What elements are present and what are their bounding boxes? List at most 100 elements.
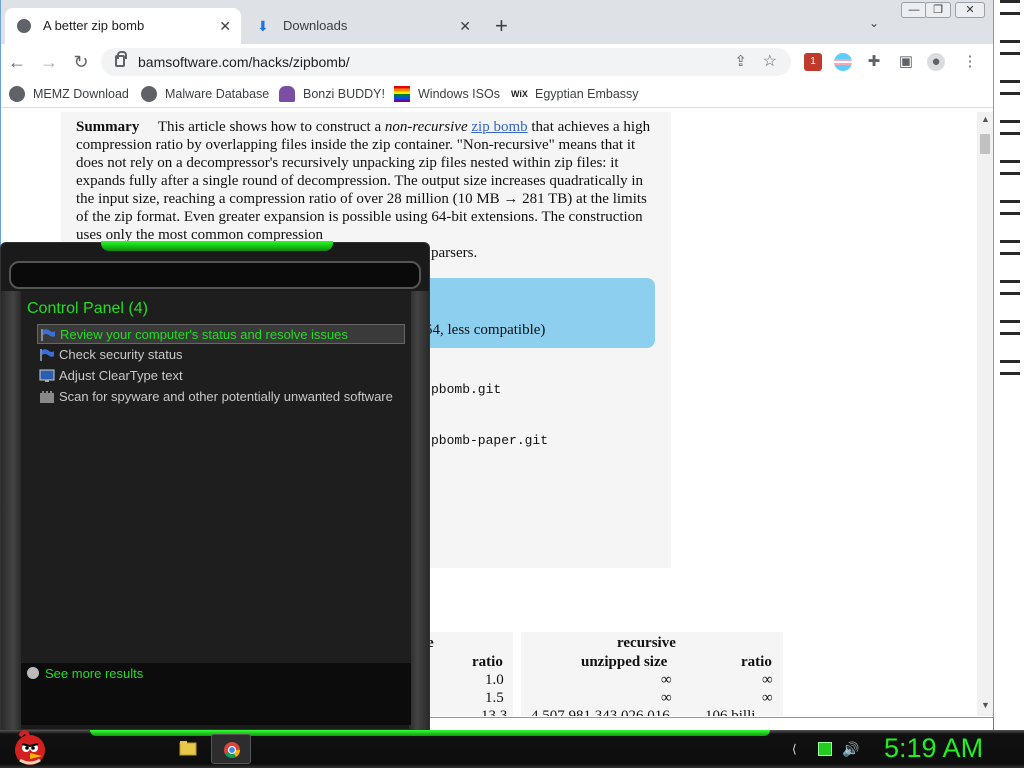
info-box: 54, less compatible) <box>417 278 655 348</box>
summary-text: This article shows how to construct a <box>157 119 385 135</box>
result-security-status[interactable]: Check security status <box>37 345 405 365</box>
monitor-icon <box>39 369 55 383</box>
globe-icon <box>141 86 157 102</box>
info-box-text: 54, less compatible) <box>425 322 546 338</box>
download-icon: ⬇ <box>257 18 269 34</box>
profile-avatar-icon[interactable]: ● <box>927 53 945 71</box>
forward-button[interactable]: → <box>37 50 61 74</box>
tab-strip: A better zip bomb ✕ ⬇ Downloads ✕ + ⌄ — … <box>1 0 993 44</box>
panel-frame-right <box>409 291 429 731</box>
address-bar[interactable]: bamsoftware.com/hacks/zipbomb/ ⇪ ☆ <box>101 48 791 76</box>
lock-icon[interactable] <box>115 51 127 67</box>
result-spyware-scan[interactable]: Scan for spyware and other potentially u… <box>37 387 405 407</box>
clock[interactable]: 5:19 AM <box>884 733 983 764</box>
table-cell: 13.3 <box>481 708 508 716</box>
castle-icon <box>39 390 55 404</box>
side-panel-icon[interactable]: ▣ <box>897 53 915 71</box>
new-tab-button[interactable]: + <box>495 12 508 40</box>
tab-label: A better zip bomb <box>43 18 145 33</box>
table-cell: 4,507,981,343,026,016 <box>531 708 670 716</box>
bookmark-memz[interactable]: MEMZ Download <box>9 85 129 103</box>
result-label: Adjust ClearType text <box>59 368 183 383</box>
summary-tail: parsers. <box>431 245 478 261</box>
search-icon <box>27 667 39 679</box>
globe-icon <box>9 86 25 102</box>
share-icon[interactable]: ⇪ <box>734 52 747 70</box>
result-label: Scan for spyware and other potentially u… <box>59 389 393 404</box>
rainbow-flag-icon <box>394 86 410 102</box>
result-label: Check security status <box>59 347 183 362</box>
ublock-extension-icon[interactable]: 1 <box>804 53 822 71</box>
table-col-ratio: ratio <box>472 654 503 670</box>
minimize-button[interactable]: — <box>901 2 927 18</box>
table-col-ratio-2: ratio <box>741 654 772 670</box>
bookmark-bonzi-buddy[interactable]: Bonzi BUDDY! <box>279 85 385 103</box>
restore-button[interactable]: ❐ <box>925 2 951 18</box>
scroll-up-arrow-icon[interactable]: ▲ <box>981 114 990 124</box>
bookmark-egyptian-embassy[interactable]: WiX Egyptian Embassy <box>511 85 639 103</box>
desktop-background <box>993 0 1024 730</box>
flag-icon <box>40 328 56 342</box>
zip-bomb-link[interactable]: zip bomb <box>471 119 527 135</box>
table-cell: ∞ <box>762 690 773 706</box>
flag-extension-icon[interactable] <box>834 53 852 71</box>
chrome-icon <box>224 742 240 758</box>
explorer-icon <box>179 741 197 756</box>
menu-kebab-icon[interactable]: ⋮ <box>961 53 979 71</box>
summary-label: Summary <box>76 119 140 135</box>
results-heading[interactable]: Control Panel (4) <box>27 300 148 318</box>
wix-icon: WiX <box>511 89 528 99</box>
git-link-1[interactable]: pbomb.git <box>431 382 501 397</box>
git-link-2[interactable]: pbomb-paper.git <box>431 433 548 448</box>
table-cell: ∞ <box>661 690 672 706</box>
flag-icon <box>39 348 55 362</box>
bookmark-label: MEMZ Download <box>33 87 129 101</box>
taskbar: ⟨ 🔊 5:19 AM <box>0 730 1024 768</box>
tab-zip-bomb[interactable]: A better zip bomb ✕ <box>5 8 241 44</box>
chrome-taskbar-button[interactable] <box>211 734 251 764</box>
bookmark-windows-isos[interactable]: Windows ISOs <box>394 85 500 103</box>
angry-bird-icon <box>15 730 45 765</box>
bookmark-label: Bonzi BUDDY! <box>303 87 385 101</box>
search-input[interactable] <box>9 261 421 289</box>
start-search-panel: Control Panel (4) Review your computer's… <box>0 241 430 731</box>
tab-label: Downloads <box>283 18 348 33</box>
table-cell: 1.0 <box>485 672 504 688</box>
desktop-wallpaper-pattern <box>1000 0 1020 380</box>
summary-emphasis: non-recursive <box>384 119 468 135</box>
table-col-unzipped: unzipped size <box>581 654 668 670</box>
bonzi-icon <box>279 86 295 102</box>
puzzle-icon[interactable]: ✚ <box>865 53 883 71</box>
result-cleartype[interactable]: Adjust ClearType text <box>37 366 405 386</box>
explorer-taskbar-button[interactable] <box>168 734 208 764</box>
url-text[interactable]: bamsoftware.com/hacks/zipbomb/ <box>138 54 350 70</box>
table-cell: ∞ <box>762 672 773 688</box>
reload-button[interactable]: ↻ <box>69 50 93 74</box>
bookmark-star-icon[interactable]: ☆ <box>763 51 777 71</box>
see-more-results-link[interactable]: See more results <box>45 666 143 681</box>
table-cell: 106 billi <box>705 708 756 716</box>
panel-glow <box>101 241 333 251</box>
bookmark-malware-database[interactable]: Malware Database <box>141 85 269 103</box>
network-icon[interactable] <box>818 742 832 756</box>
volume-icon[interactable]: 🔊 <box>842 742 859 756</box>
vertical-scrollbar[interactable]: ▲ ▼ <box>977 112 993 716</box>
tab-downloads[interactable]: ⬇ Downloads ✕ <box>245 8 481 44</box>
arrow-icon[interactable]: ⟨ <box>792 742 806 756</box>
summary-paragraph: Summary This article shows how to constr… <box>76 118 658 244</box>
close-window-button[interactable]: ✕ <box>955 2 985 18</box>
start-button[interactable] <box>6 726 60 768</box>
result-label: Review your computer's status and resolv… <box>60 327 348 342</box>
back-button[interactable]: ← <box>5 50 29 74</box>
close-tab-icon[interactable]: ✕ <box>219 8 231 44</box>
bookmark-label: Malware Database <box>165 87 270 101</box>
results-table: e recursive ratio unzipped size ratio 1.… <box>421 632 783 716</box>
scroll-down-arrow-icon[interactable]: ▼ <box>981 700 990 710</box>
tab-search-chevron-icon[interactable]: ⌄ <box>869 16 879 30</box>
table-cell: ∞ <box>661 672 672 688</box>
close-tab-icon[interactable]: ✕ <box>459 8 471 44</box>
bookmarks-bar: MEMZ Download Malware Database Bonzi BUD… <box>1 80 993 108</box>
result-review-status[interactable]: Review your computer's status and resolv… <box>37 324 405 344</box>
browser-toolbar: ← → ↻ bamsoftware.com/hacks/zipbomb/ ⇪ ☆… <box>1 44 993 80</box>
scrollbar-thumb[interactable] <box>980 134 990 154</box>
